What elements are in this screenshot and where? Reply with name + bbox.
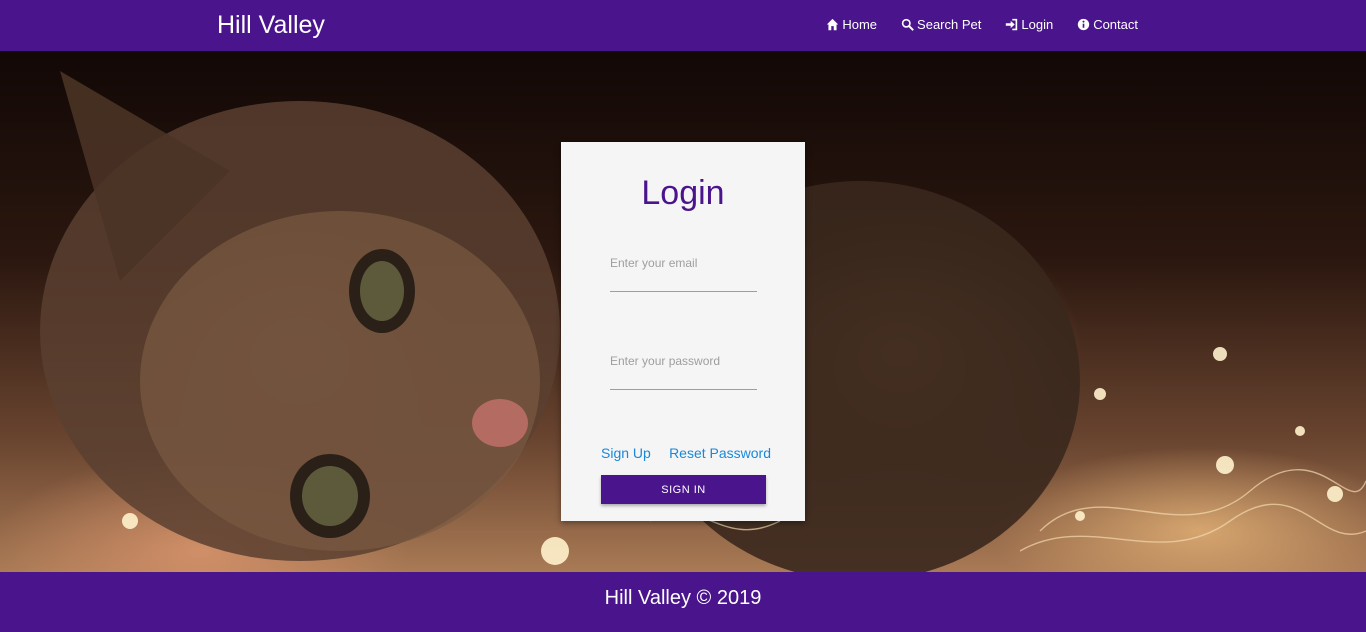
search-icon (901, 18, 914, 31)
sign-in-button[interactable]: SIGN IN (601, 475, 766, 504)
password-field-wrapper (610, 344, 757, 390)
nav-contact[interactable]: Contact (1077, 17, 1138, 32)
footer-copyright: Hill Valley © 2019 (604, 587, 762, 609)
nav-links: Home Search Pet Login Contact (826, 17, 1138, 32)
password-input[interactable] (610, 344, 757, 390)
top-navbar: Hill Valley Home Search Pet Login Contac… (0, 0, 1366, 51)
sign-up-link[interactable]: Sign Up (601, 445, 651, 461)
email-field-wrapper (610, 246, 757, 292)
nav-home[interactable]: Home (826, 17, 877, 32)
nav-search-pet[interactable]: Search Pet (901, 17, 981, 32)
nav-login[interactable]: Login (1005, 17, 1053, 32)
account-links: Sign Up Reset Password (601, 445, 771, 461)
email-input[interactable] (610, 246, 757, 292)
nav-login-label: Login (1021, 17, 1054, 32)
footer: Hill Valley © 2019 (0, 572, 1366, 632)
info-icon (1078, 18, 1090, 31)
login-title: Login (641, 174, 725, 212)
nav-contact-label: Contact (1093, 17, 1138, 32)
nav-search-pet-label: Search Pet (917, 17, 982, 32)
sign-in-icon (1006, 18, 1018, 31)
nav-home-label: Home (842, 17, 878, 32)
hero-background-image: Login Sign Up Reset Password SIGN IN (0, 51, 1366, 572)
login-card: Login Sign Up Reset Password SIGN IN (561, 142, 805, 521)
brand-logo[interactable]: Hill Valley (217, 11, 325, 40)
reset-password-link[interactable]: Reset Password (669, 445, 771, 461)
home-icon (827, 18, 839, 31)
